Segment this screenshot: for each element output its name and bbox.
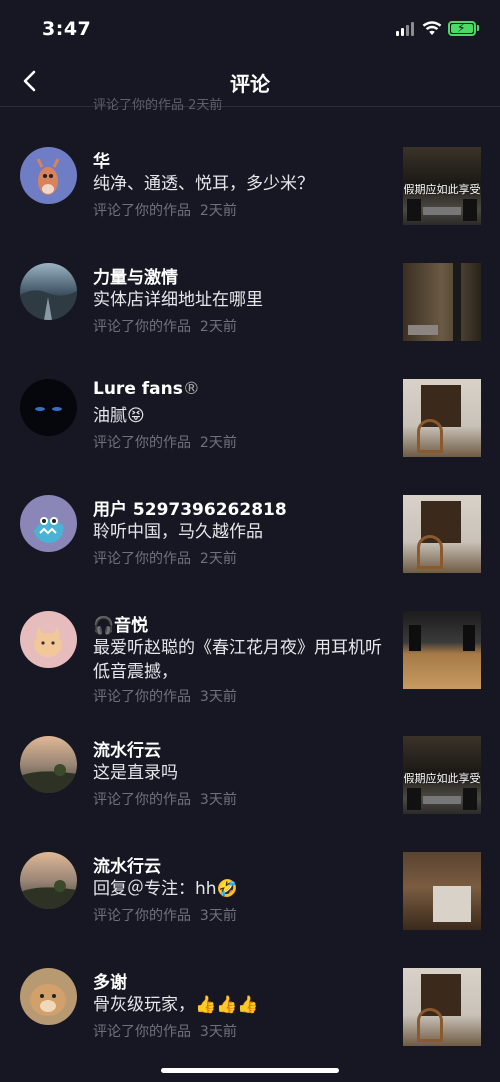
commenter-name-text: 音悦 (114, 616, 149, 636)
thumbs-up-icon: 👍👍👍 (195, 995, 259, 1015)
comment-row[interactable]: Lure fans®︎ 油腻😝 评论了你的作品 2天前 (0, 348, 500, 464)
registered-icon: ®︎ (182, 379, 200, 399)
commenter-name[interactable]: 🎧音悦 (93, 611, 148, 636)
status-time: 3:47 (42, 18, 92, 40)
avatar[interactable] (20, 379, 77, 436)
comment-time: 3天前 (199, 1024, 237, 1040)
video-thumbnail[interactable] (403, 263, 481, 341)
video-thumbnail[interactable] (403, 611, 481, 689)
comment-action: 评论了你的作品 (93, 551, 191, 567)
comment-action: 评论了你的作品 (93, 792, 191, 808)
comment-action: 评论了你的作品 (93, 689, 191, 705)
comment-text: 油腻😝 (93, 404, 393, 428)
comment-meta: 评论了你的作品 2天前 (93, 548, 237, 568)
comment-time: 3天前 (199, 689, 237, 705)
comment-row[interactable]: 🎧音悦 最爱听赵聪的《春江花月夜》用耳机听低音震撼， 评论了你的作品 3天前 (0, 580, 500, 720)
thumbnail-caption: 假期应如此享受 (403, 183, 481, 196)
emoji-icon: 🤣 (216, 879, 238, 899)
comment-time: 3天前 (199, 908, 237, 924)
video-thumbnail[interactable]: 假期应如此享受 (403, 147, 481, 225)
comment-action: 评论了你的作品 (93, 319, 191, 335)
battery-tip (477, 25, 479, 31)
comment-meta: 评论了你的作品 2天前 (93, 316, 237, 336)
comment-text: 最爱听赵聪的《春江花月夜》用耳机听低音震撼， (93, 638, 382, 682)
partial-comment-meta: 评论了你的作品 2天前 (93, 98, 223, 113)
comment-meta: 评论了你的作品 3天前 (93, 1021, 237, 1041)
comment-row[interactable]: 流水行云 这是直录吗 评论了你的作品 3天前 假期应如此享受 (0, 720, 500, 836)
comment-row[interactable]: 流水行云 回复＠专注：hh🤣 评论了你的作品 3天前 (0, 836, 500, 952)
comment-time: 2天前 (199, 435, 237, 451)
comment-time: 3天前 (199, 792, 237, 808)
commenter-name[interactable]: 华 (93, 147, 110, 172)
comment-text: 纯净、通透、悦耳，多少米？ (93, 174, 314, 194)
comment-time: 2天前 (199, 203, 237, 219)
avatar[interactable] (20, 852, 77, 909)
comment-meta: 评论了你的作品 2天前 (93, 432, 237, 452)
comment-row[interactable]: 华 纯净、通透、悦耳，多少米？ 评论了你的作品 2天前 假期应如此享受 (0, 116, 500, 232)
comment-action: 评论了你的作品 (93, 908, 191, 924)
headphones-icon: 🎧 (93, 616, 115, 636)
video-thumbnail[interactable] (403, 379, 481, 457)
commenter-name-text: Lure fans (93, 379, 183, 399)
avatar[interactable] (20, 263, 77, 320)
comment-text: 骨灰级玩家，👍👍👍 (93, 993, 393, 1017)
avatar[interactable] (20, 736, 77, 793)
comment-time: 2天前 (199, 551, 237, 567)
comment-text: 回复＠专注：hh🤣 (93, 877, 393, 901)
thumbnail-caption: 假期应如此享受 (403, 772, 481, 785)
avatar[interactable] (20, 147, 77, 204)
nav-header: 评论 (0, 56, 500, 107)
comment-text-content: 油腻 (93, 406, 127, 426)
battery-icon: ⚡ (448, 21, 476, 36)
commenter-name[interactable]: 流水行云 (93, 852, 161, 877)
comment-action: 评论了你的作品 (93, 203, 191, 219)
comment-meta: 评论了你的作品 3天前 (93, 789, 237, 809)
comment-action: 评论了你的作品 (93, 1024, 191, 1040)
comment-text: 实体店详细地址在哪里 (93, 290, 263, 310)
comment-row[interactable]: 力量与激情 实体店详细地址在哪里 评论了你的作品 2天前 (0, 232, 500, 348)
video-thumbnail[interactable] (403, 852, 481, 930)
comment-row[interactable]: 用户 5297396262818 聆听中国，马久越作品 评论了你的作品 2天前 (0, 464, 500, 580)
avatar[interactable] (20, 495, 77, 552)
comment-text-content: 回复＠专注：hh (93, 879, 217, 899)
page-title: 评论 (230, 72, 270, 96)
commenter-name[interactable]: 力量与激情 (93, 263, 178, 288)
commenter-name[interactable]: Lure fans®︎ (93, 379, 200, 399)
comment-text: 这是直录吗 (93, 763, 178, 783)
emoji-icon: 😝 (127, 406, 145, 426)
comment-text-content: 骨灰级玩家， (93, 995, 195, 1015)
wifi-icon (422, 21, 442, 35)
video-thumbnail[interactable]: 假期应如此享受 (403, 736, 481, 814)
cellular-signal-icon (396, 22, 416, 36)
avatar[interactable] (20, 611, 77, 668)
comment-action: 评论了你的作品 (93, 435, 191, 451)
comment-text: 聆听中国，马久越作品 (93, 522, 263, 542)
home-indicator[interactable] (161, 1068, 339, 1073)
video-thumbnail[interactable] (403, 495, 481, 573)
commenter-name[interactable]: 流水行云 (93, 736, 161, 761)
comment-time: 2天前 (199, 319, 237, 335)
comment-meta: 评论了你的作品 2天前 (93, 200, 237, 220)
commenter-name[interactable]: 多谢 (93, 968, 127, 993)
status-bar: 3:47 ⚡ (0, 0, 500, 60)
comment-row[interactable]: 多谢 骨灰级玩家，👍👍👍 评论了你的作品 3天前 (0, 952, 500, 1068)
video-thumbnail[interactable] (403, 968, 481, 1046)
commenter-name[interactable]: 用户 5297396262818 (93, 495, 287, 520)
avatar[interactable] (20, 968, 77, 1025)
comment-meta: 评论了你的作品 3天前 (93, 686, 237, 706)
comment-meta: 评论了你的作品 3天前 (93, 905, 237, 925)
